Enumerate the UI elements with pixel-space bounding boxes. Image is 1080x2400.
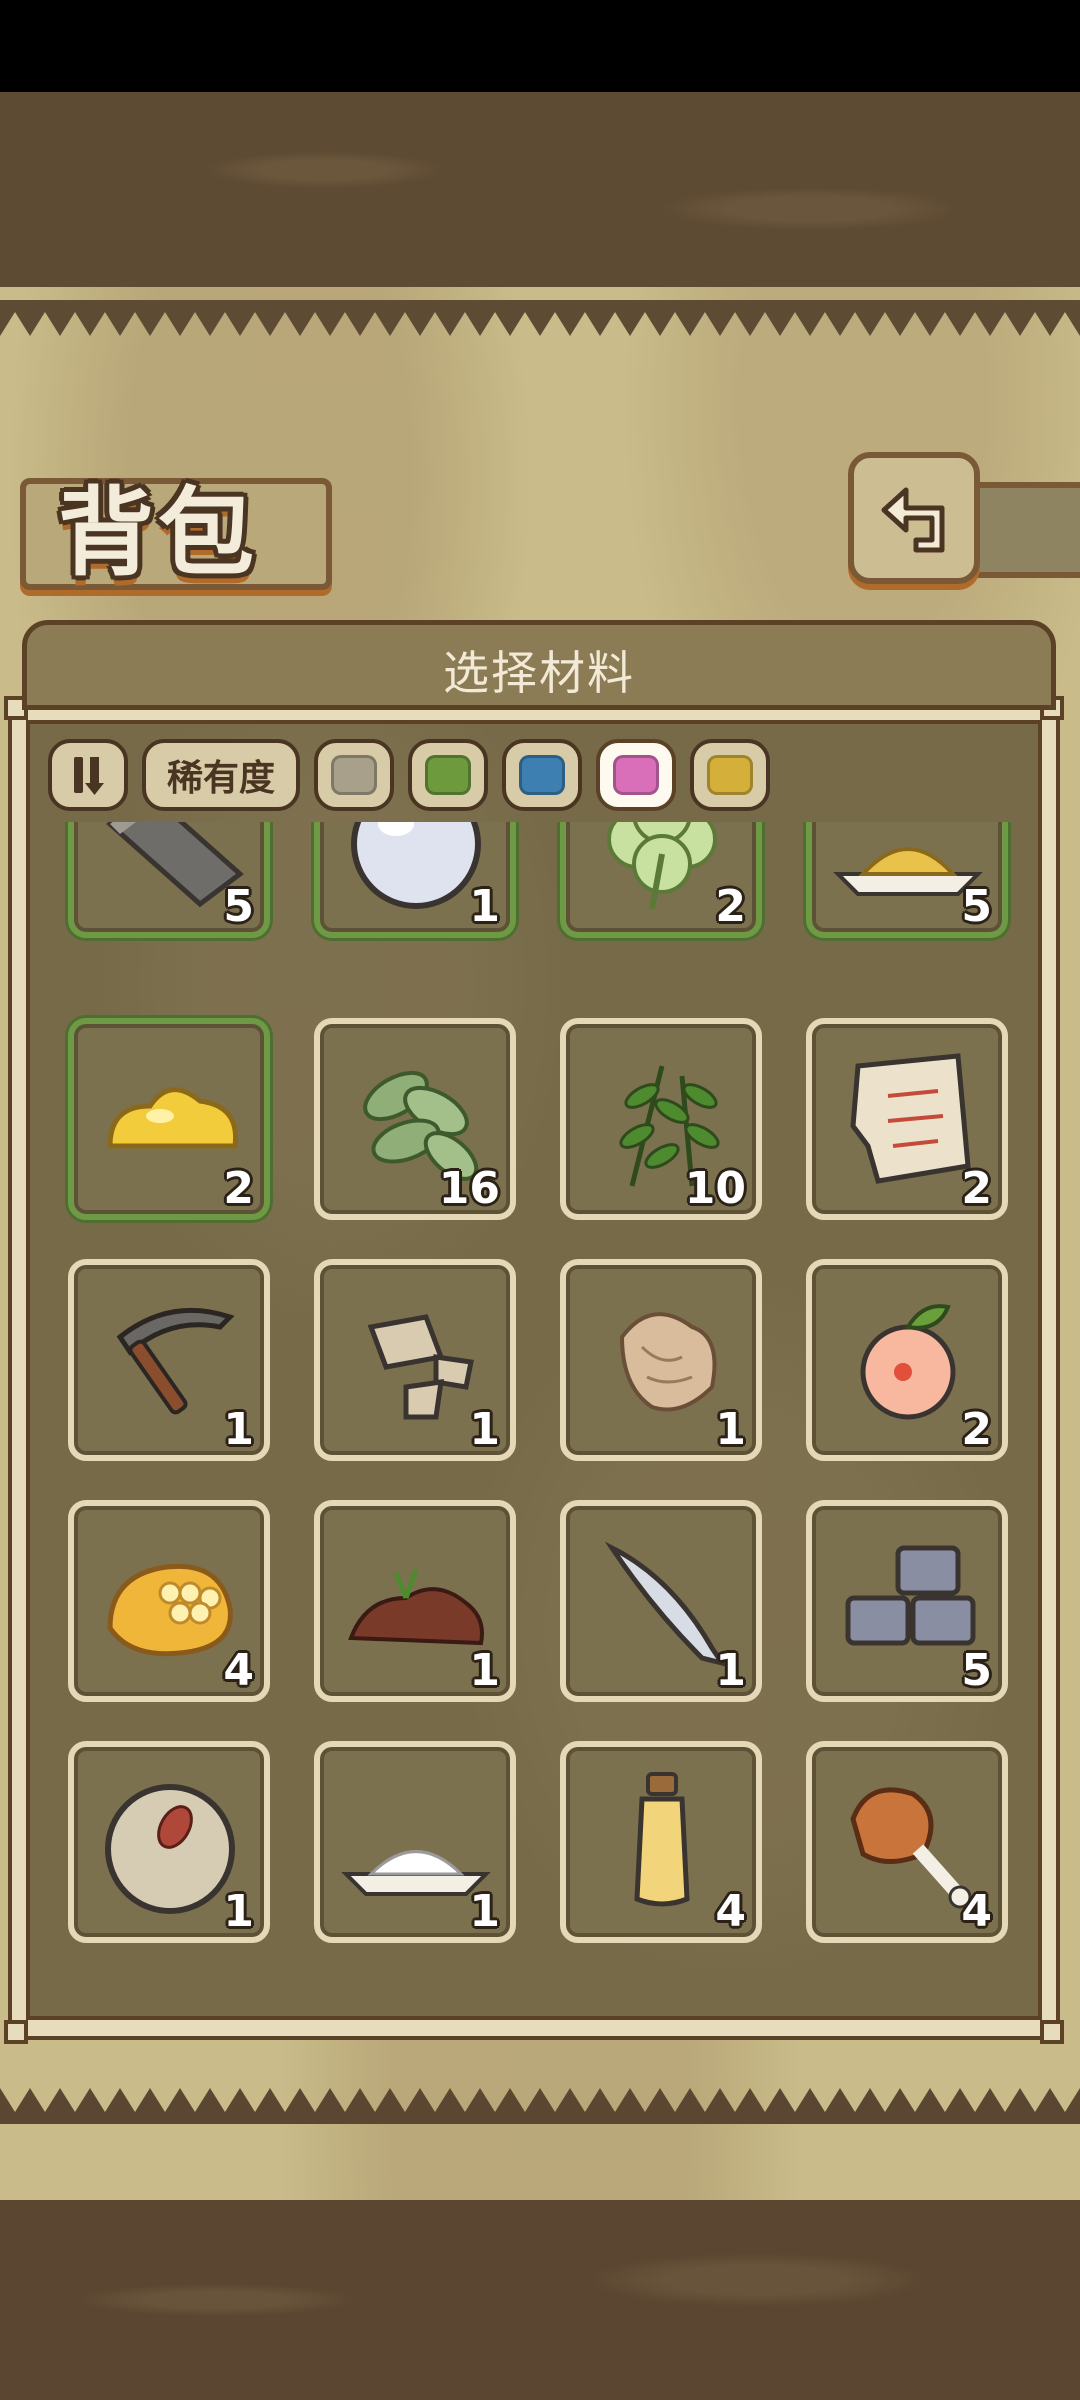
item-count: 1	[469, 1404, 500, 1455]
return-arrow-icon	[881, 487, 945, 553]
item-count: 1	[469, 1645, 500, 1696]
rarity-gold-button[interactable]	[690, 739, 770, 811]
item-slot[interactable]: 1	[314, 1741, 516, 1943]
item-count: 1	[223, 1886, 254, 1937]
blue-swatch-icon	[519, 755, 565, 795]
page-title: 背包	[58, 477, 258, 589]
item-count: 16	[438, 1163, 500, 1214]
item-slot[interactable]: 1	[560, 1500, 762, 1702]
map-background-bottom	[0, 2200, 1080, 2400]
item-slot[interactable]: 1	[68, 1259, 270, 1461]
item-count: 5	[223, 881, 254, 932]
item-slot[interactable]: 5	[806, 1500, 1008, 1702]
item-count: 1	[715, 1404, 746, 1455]
zigzag-border-bottom	[0, 2088, 1080, 2124]
item-count: 1	[469, 881, 500, 932]
item-slot[interactable]: 1	[314, 822, 516, 938]
rarity-filter-button[interactable]: 稀有度	[142, 739, 300, 811]
item-count: 4	[961, 1886, 992, 1937]
item-slot[interactable]: 2	[560, 822, 762, 938]
rarity-blue-button[interactable]	[502, 739, 582, 811]
green-swatch-icon	[425, 755, 471, 795]
panel-title: 选择材料	[443, 646, 635, 700]
item-count: 1	[715, 1645, 746, 1696]
item-count: 5	[961, 881, 992, 932]
map-background-top	[0, 92, 1080, 287]
item-count: 10	[684, 1163, 746, 1214]
item-slot[interactable]: 4	[806, 1741, 1008, 1943]
back-button[interactable]	[848, 452, 980, 584]
rarity-pink-button[interactable]	[596, 739, 676, 811]
item-slot[interactable]: 1	[314, 1259, 516, 1461]
item-count: 4	[715, 1886, 746, 1937]
item-count: 2	[223, 1163, 254, 1214]
item-count: 1	[223, 1404, 254, 1455]
gold-swatch-icon	[707, 755, 753, 795]
pink-swatch-icon	[613, 755, 659, 795]
frame-corner	[4, 2020, 28, 2044]
item-slot[interactable]: 16	[314, 1018, 516, 1220]
frame-corner	[1040, 2020, 1064, 2044]
panel-header: 选择材料	[22, 620, 1056, 710]
status-bar	[0, 0, 1080, 92]
item-slot[interactable]: 1	[68, 1741, 270, 1943]
item-slot[interactable]: 4	[68, 1500, 270, 1702]
item-count: 1	[469, 1886, 500, 1937]
item-slot[interactable]: 2	[806, 1018, 1008, 1220]
zigzag-border-top	[0, 300, 1080, 336]
item-count: 5	[961, 1645, 992, 1696]
item-slot[interactable]: 1	[560, 1259, 762, 1461]
item-slot[interactable]: 10	[560, 1018, 762, 1220]
item-count: 2	[961, 1163, 992, 1214]
item-grid: 5 1 2 5 2 16 10 2 1 1 1 2 4 1 1 5 1 1 4 …	[40, 822, 1040, 1972]
item-count: 4	[223, 1645, 254, 1696]
item-slot[interactable]: 2	[806, 1259, 1008, 1461]
item-slot[interactable]: 2	[68, 1018, 270, 1220]
filter-bar: 稀有度	[48, 735, 770, 815]
item-count: 2	[715, 881, 746, 932]
rarity-green-button[interactable]	[408, 739, 488, 811]
rarity-gray-button[interactable]	[314, 739, 394, 811]
sort-button[interactable]	[48, 739, 128, 811]
item-slot[interactable]: 5	[806, 822, 1008, 938]
sort-order-icon	[74, 757, 104, 795]
item-count: 2	[961, 1404, 992, 1455]
item-slot[interactable]: 4	[560, 1741, 762, 1943]
item-slot[interactable]: 5	[68, 822, 270, 938]
gray-swatch-icon	[331, 755, 377, 795]
item-slot[interactable]: 1	[314, 1500, 516, 1702]
